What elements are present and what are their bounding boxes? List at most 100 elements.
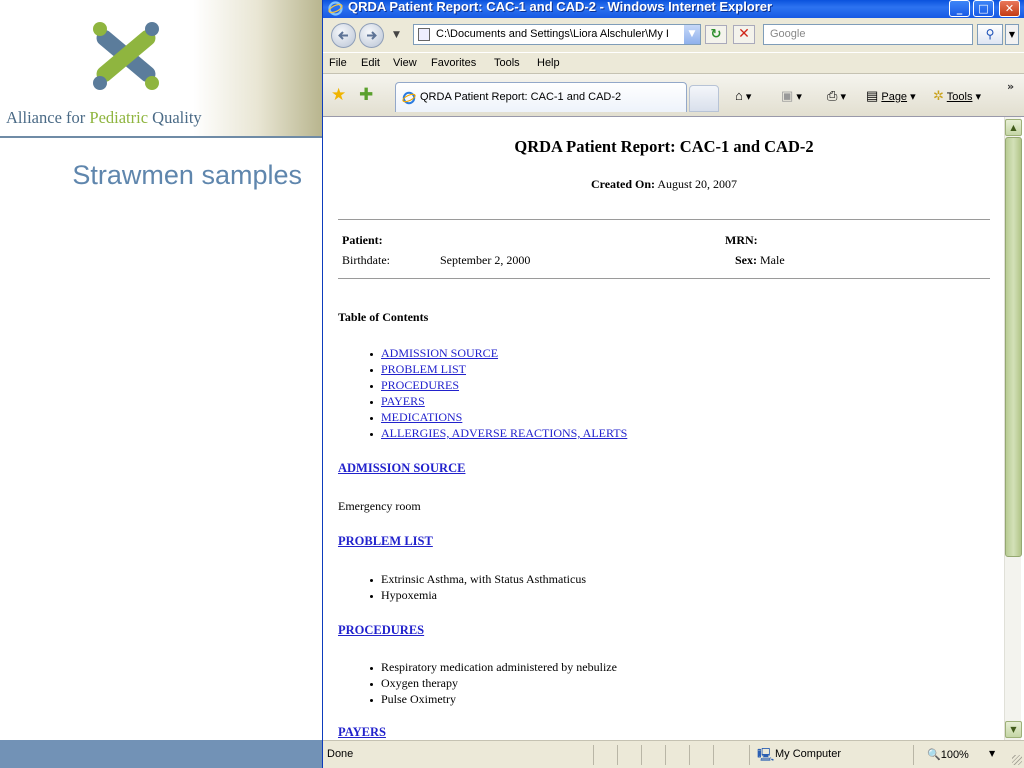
created-line: Created On: August 20, 2007 (590, 177, 738, 191)
slide-subtitle: Strawmen samples (72, 160, 302, 190)
menu-bar: File Edit View Favorites Tools Help (323, 52, 1024, 74)
zoom-icon: 🔍 (927, 749, 941, 761)
ie-logo-icon (328, 1, 343, 16)
list-item: Pulse Oximetry (367, 691, 617, 707)
address-dropdown-button[interactable]: ▼ (684, 25, 700, 44)
status-text: Done (327, 748, 354, 760)
vertical-scrollbar[interactable]: ▲ ▼ (1004, 117, 1022, 740)
home-button[interactable]: ⌂ ▾ (735, 88, 751, 103)
section-heading: ADMISSION SOURCE (338, 461, 465, 476)
section-heading: PROBLEM LIST (338, 534, 433, 549)
print-icon: ⎙ (827, 88, 838, 103)
list-item: PAYERS (367, 393, 627, 409)
security-zone-label[interactable]: My Computer (775, 748, 841, 760)
toc-link-payers[interactable]: PAYERS (381, 394, 425, 408)
list-item: MEDICATIONS (367, 409, 627, 425)
menu-help[interactable]: Help (537, 57, 560, 69)
navigation-bar: ▼ C:\Documents and Settings\Liora Alschu… (323, 18, 1024, 52)
print-button[interactable]: ⎙ ▾ (827, 88, 846, 104)
logo-text: Alliance for Pediatric Quality (6, 108, 202, 127)
page-icon (418, 28, 430, 41)
scroll-down-button[interactable]: ▼ (1005, 721, 1022, 738)
list-item: Respiratory medication administered by n… (367, 659, 617, 675)
history-dropdown-icon[interactable]: ▼ (393, 30, 400, 40)
divider (338, 219, 990, 220)
scroll-up-button[interactable]: ▲ (1005, 119, 1022, 136)
payers-heading[interactable]: PAYERS (338, 725, 386, 739)
search-placeholder: Google (770, 28, 806, 40)
search-button[interactable]: ⚲ (977, 24, 1003, 45)
toc-link-medications[interactable]: MEDICATIONS (381, 410, 462, 424)
scroll-thumb[interactable] (1005, 137, 1022, 557)
feeds-button[interactable]: ▣ ▾ (781, 88, 802, 104)
list-item: PROCEDURES (367, 377, 627, 393)
address-text[interactable]: C:\Documents and Settings\Liora Alschule… (436, 28, 676, 40)
problem-list: Extrinsic Asthma, with Status Asthmaticu… (367, 571, 586, 603)
status-divider (749, 745, 750, 765)
status-divider (689, 745, 690, 765)
favorites-star-icon[interactable]: ★ (331, 85, 346, 105)
procedures-list: Respiratory medication administered by n… (367, 659, 617, 707)
toc-link-problem-list[interactable]: PROBLEM LIST (381, 362, 466, 376)
refresh-button[interactable]: ↻ (705, 25, 727, 44)
list-item: ALLERGIES, ADVERSE REACTIONS, ALERTS (367, 425, 627, 441)
add-favorite-icon[interactable]: ✚ (359, 85, 373, 105)
list-item: Hypoxemia (367, 587, 586, 603)
forward-button[interactable] (359, 23, 384, 48)
toolbar-overflow-chevron[interactable]: » (1007, 80, 1014, 93)
report-title: QRDA Patient Report: CAC-1 and CAD-2 (514, 137, 814, 156)
zoom-level[interactable]: 🔍100% (927, 748, 969, 761)
section-heading: PROCEDURES (338, 623, 424, 638)
procedures-heading[interactable]: PROCEDURES (338, 623, 424, 637)
resize-grip[interactable] (1012, 755, 1022, 765)
maximize-button[interactable]: □ (973, 0, 994, 17)
tab-qrda-report[interactable]: QRDA Patient Report: CAC-1 and CAD-2 (395, 82, 687, 112)
page-menu-icon: ▤ (866, 88, 879, 103)
tab-bar: ★ ✚ QRDA Patient Report: CAC-1 and CAD-2… (323, 74, 1024, 116)
computer-zone-icon: 🖳 (757, 748, 775, 763)
menu-tools[interactable]: Tools (494, 57, 520, 69)
list-item: PROBLEM LIST (367, 361, 627, 377)
stop-button[interactable]: ✕ (733, 25, 755, 44)
tools-gear-icon: ✲ (933, 88, 944, 103)
search-options-dropdown[interactable]: ▼ (1005, 24, 1019, 45)
browser-window: QRDA Patient Report: CAC-1 and CAD-2 - W… (322, 0, 1024, 768)
toc-list: ADMISSION SOURCE PROBLEM LIST PROCEDURES… (367, 345, 627, 441)
status-divider (617, 745, 618, 765)
refresh-icon: ↻ (710, 27, 722, 42)
address-bar[interactable]: C:\Documents and Settings\Liora Alschule… (413, 24, 701, 45)
admission-source-heading[interactable]: ADMISSION SOURCE (338, 461, 465, 475)
list-item: Extrinsic Asthma, with Status Asthmaticu… (367, 571, 586, 587)
toc-link-admission-source[interactable]: ADMISSION SOURCE (381, 346, 498, 360)
tools-menu-button[interactable]: ✲ Tools ▾ (933, 88, 981, 104)
page-menu-button[interactable]: ▤ Page ▾ (866, 88, 916, 104)
menu-file[interactable]: File (329, 57, 347, 69)
toc-link-allergies[interactable]: ALLERGIES, ADVERSE REACTIONS, ALERTS (381, 426, 627, 440)
new-tab-button[interactable] (689, 85, 719, 112)
feeds-icon: ▣ (781, 88, 794, 103)
header-rule (0, 136, 322, 138)
sex-field: Sex: Male (735, 253, 785, 267)
title-bar[interactable]: QRDA Patient Report: CAC-1 and CAD-2 - W… (323, 0, 1024, 18)
status-divider (641, 745, 642, 765)
patient-field: Patient: (342, 233, 383, 247)
admission-source-value: Emergency room (338, 499, 421, 513)
minimize-button[interactable]: _ (949, 0, 970, 17)
menu-edit[interactable]: Edit (361, 57, 380, 69)
menu-view[interactable]: View (393, 57, 417, 69)
close-button[interactable]: ✕ (999, 0, 1020, 17)
birthdate-label: Birthdate: (342, 253, 390, 267)
slide-footer-bar (0, 740, 322, 768)
tab-label: QRDA Patient Report: CAC-1 and CAD-2 (420, 91, 622, 103)
slide-panel: Alliance for Pediatric Quality Strawmen … (0, 0, 322, 768)
status-divider (593, 745, 594, 765)
status-bar: Done 🖳 My Computer 🔍100% ▼ (323, 740, 1024, 768)
page-viewport: QRDA Patient Report: CAC-1 and CAD-2 Cre… (323, 116, 1024, 740)
search-input[interactable]: Google (763, 24, 973, 45)
list-item: ADMISSION SOURCE (367, 345, 627, 361)
back-button[interactable] (331, 23, 356, 48)
problem-list-heading[interactable]: PROBLEM LIST (338, 534, 433, 548)
menu-favorites[interactable]: Favorites (431, 57, 476, 69)
zoom-dropdown-icon[interactable]: ▼ (989, 749, 995, 758)
toc-link-procedures[interactable]: PROCEDURES (381, 378, 459, 392)
